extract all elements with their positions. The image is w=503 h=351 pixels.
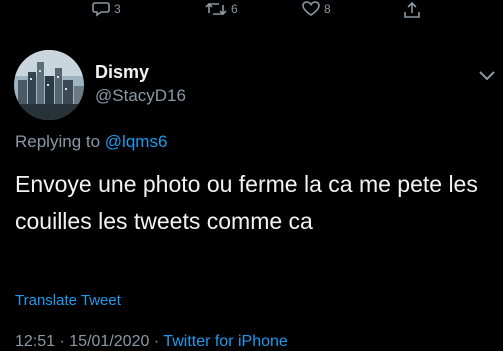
author-handle[interactable]: @StacyD16 <box>95 86 186 106</box>
replying-prefix: Replying to <box>15 132 101 151</box>
city-skyline-icon <box>14 50 84 120</box>
chevron-down-icon <box>479 71 495 81</box>
reply-icon <box>92 2 110 17</box>
retweet-count: 6 <box>231 2 238 16</box>
retweet-button[interactable]: 6 <box>205 1 238 17</box>
like-count: 8 <box>324 2 331 16</box>
translate-tweet-link[interactable]: Translate Tweet <box>15 292 121 309</box>
tweet-metadata: 12:51 · 15/01/2020 · Twitter for iPhone <box>15 333 288 351</box>
meta-separator: · <box>59 333 65 350</box>
more-options-button[interactable] <box>474 60 500 90</box>
share-button[interactable] <box>403 1 421 19</box>
replying-to-handle[interactable]: @lqms6 <box>105 132 168 151</box>
like-button[interactable]: 8 <box>302 1 331 17</box>
tweet-time: 12:51 <box>15 333 56 350</box>
reply-count: 3 <box>114 2 121 16</box>
tweet-date: 15/01/2020 <box>69 333 150 350</box>
reply-button[interactable]: 3 <box>92 1 121 17</box>
retweet-icon <box>205 2 227 16</box>
replying-to-line: Replying to @lqms6 <box>15 132 167 152</box>
tweet-text: Envoye une photo ou ferme la ca me pete … <box>15 171 478 234</box>
tweet-source[interactable]: Twitter for iPhone <box>163 333 288 350</box>
tweet-action-bar: 3 6 8 <box>0 0 503 24</box>
heart-icon <box>302 1 320 16</box>
meta-separator: · <box>153 333 160 350</box>
share-icon <box>404 1 420 18</box>
author-name[interactable]: Dismy <box>95 62 149 83</box>
avatar[interactable] <box>14 50 84 120</box>
